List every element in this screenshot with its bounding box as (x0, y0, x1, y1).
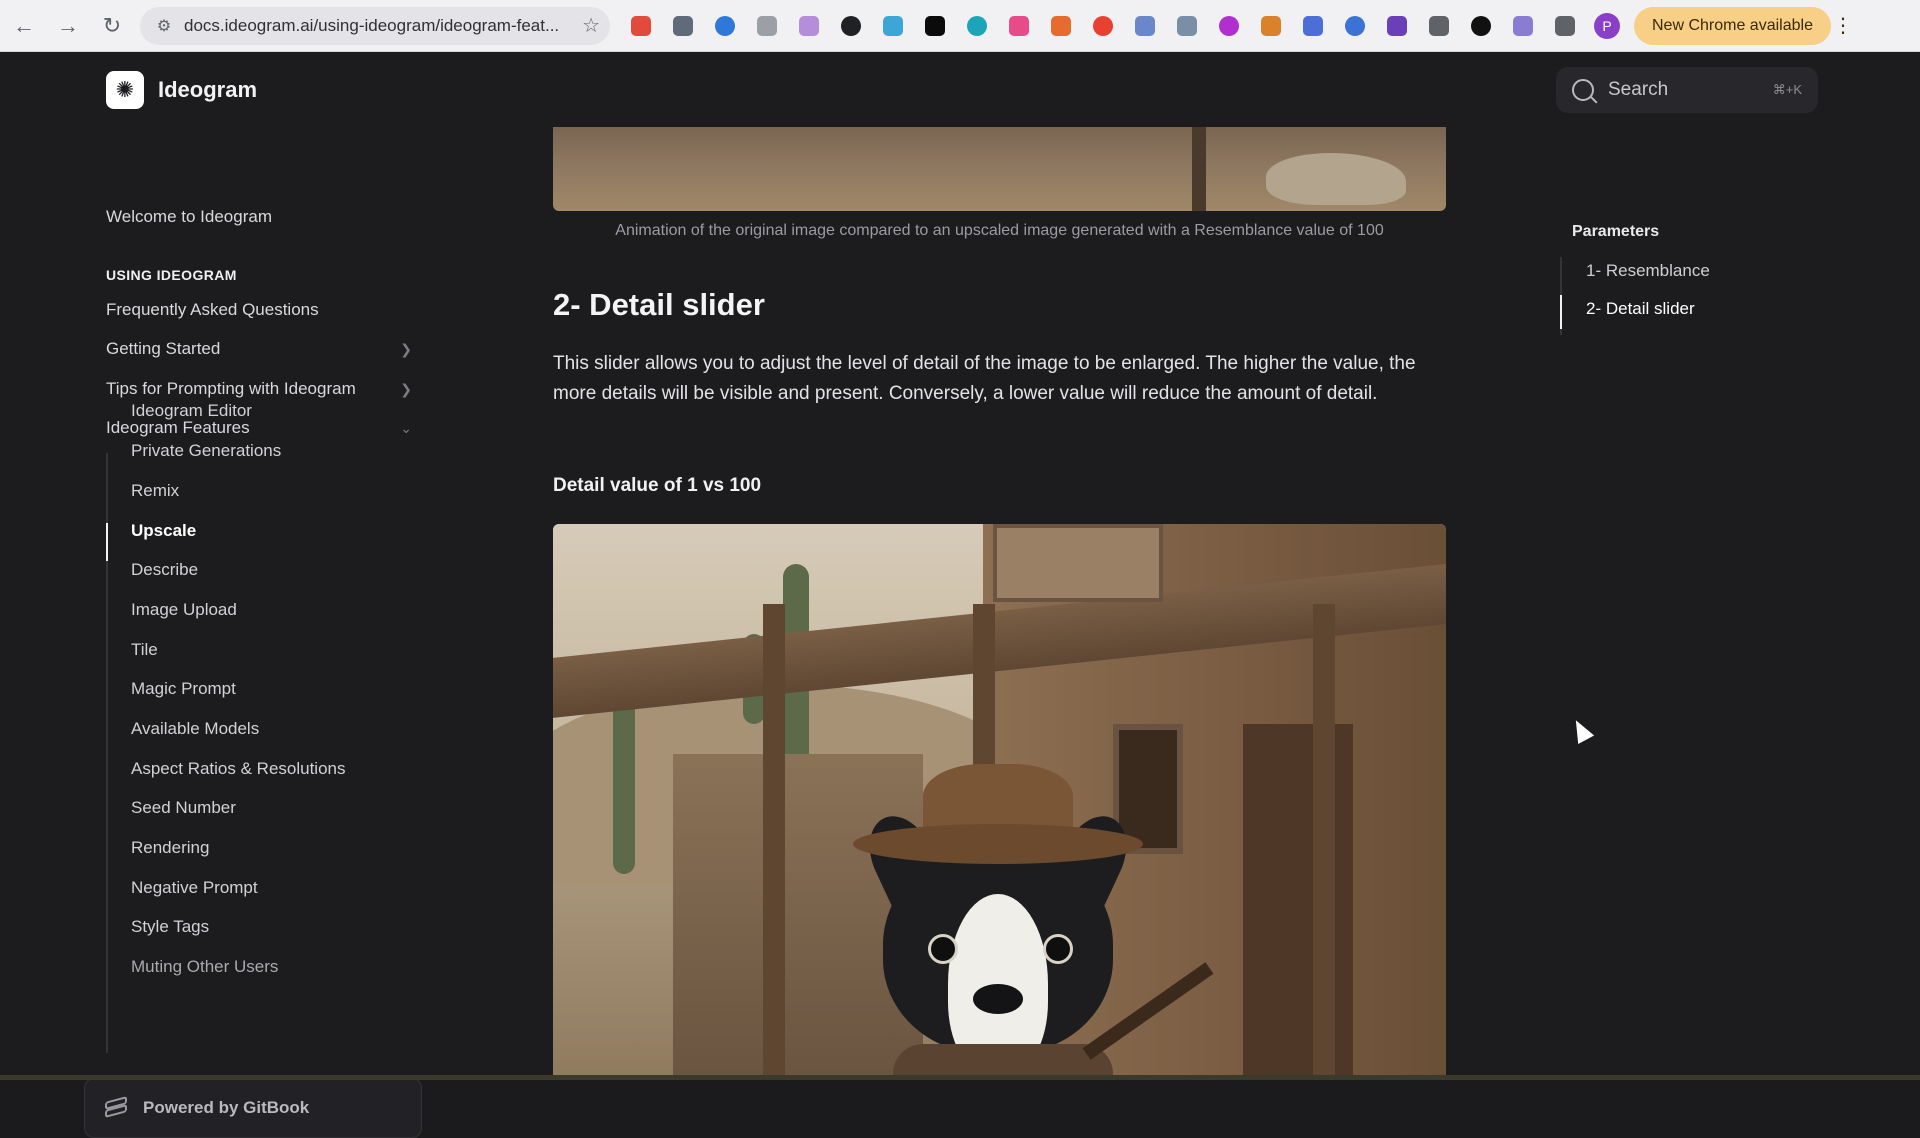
extension-18-icon[interactable] (1338, 9, 1372, 43)
chevron-right-icon[interactable]: ❯ (400, 381, 412, 398)
extension-9-icon[interactable] (960, 9, 994, 43)
extension-5-icon[interactable] (792, 9, 826, 43)
sidebar-section-title: USING IDEOGRAM (106, 267, 237, 283)
outline-item-detail-slider[interactable]: 2- Detail slider (1586, 299, 1695, 319)
search-shortcut: ⌘+K (1772, 82, 1802, 97)
extension-11-icon[interactable] (1044, 9, 1078, 43)
extension-12-icon[interactable] (1086, 9, 1120, 43)
address-bar[interactable]: ⚙ docs.ideogram.ai/using-ideogram/ideogr… (140, 6, 610, 45)
sidebar-item-label: Getting Started (106, 339, 221, 358)
gitbook-icon (105, 1096, 129, 1118)
site-brand[interactable]: Ideogram (158, 77, 257, 103)
image-caption: Animation of the original image compared… (615, 222, 1384, 239)
sidebar-item-negative-prompt[interactable]: Negative Prompt (131, 878, 258, 898)
sidebar-item-rendering[interactable]: Rendering (131, 838, 209, 858)
address-bar-url[interactable]: docs.ideogram.ai/using-ideogram/ideogram… (184, 16, 582, 36)
extension-2-icon[interactable] (666, 9, 700, 43)
section-heading: 2- Detail slider (553, 287, 765, 322)
outline-title: Parameters (1572, 223, 1660, 240)
extensions-row (624, 9, 1582, 43)
extension-7-icon[interactable] (876, 9, 910, 43)
outline-item-resemblance[interactable]: 1- Resemblance (1586, 261, 1710, 281)
search-icon (1572, 79, 1594, 101)
extension-1-icon[interactable] (624, 9, 658, 43)
back-icon[interactable]: ← (4, 6, 44, 46)
sidebar-item-getting-started[interactable]: Getting Started ❯ (106, 339, 412, 359)
extension-14-icon[interactable] (1170, 9, 1204, 43)
new-chrome-available-button[interactable]: New Chrome available (1634, 6, 1831, 45)
sidebar-item-label: Tips for Prompting with Ideogram (106, 379, 356, 398)
sidebar-item-faq[interactable]: Frequently Asked Questions (106, 300, 319, 320)
subheading: Detail value of 1 vs 100 (553, 475, 762, 496)
window-bottom-edge (0, 1075, 1920, 1080)
sidebar-item-welcome[interactable]: Welcome to Ideogram (106, 207, 272, 227)
extension-3-icon[interactable] (708, 9, 742, 43)
search-placeholder: Search (1608, 79, 1669, 100)
extension-17-icon[interactable] (1296, 9, 1330, 43)
more-icon[interactable]: ⋮ (1833, 13, 1853, 38)
sidebar-item-available-models[interactable]: Available Models (131, 719, 259, 739)
sidebar-item-remix[interactable]: Remix (131, 481, 179, 501)
ideogram-logo-icon[interactable]: ✺ (106, 71, 144, 109)
chevron-right-icon[interactable]: ❯ (400, 341, 412, 358)
outline-active-indicator (1560, 295, 1562, 329)
powered-by-label: Powered by GitBook (143, 1098, 310, 1117)
browser-toolbar: ← → ↻ ⚙ docs.ideogram.ai/using-ideogram/… (0, 0, 1920, 52)
sidebar: Welcome to Ideogram USING IDEOGRAM Frequ… (0, 127, 440, 1138)
sidebar-item-magic-prompt[interactable]: Magic Prompt (131, 679, 236, 699)
sidebar-item-muting-other-users[interactable]: Muting Other Users (131, 957, 278, 977)
sidebar-item-image-upload[interactable]: Image Upload (131, 600, 237, 620)
sidebar-item-upscale[interactable]: Upscale (131, 521, 196, 541)
extension-16-icon[interactable] (1254, 9, 1288, 43)
sidebar-item-private-generations[interactable]: Private Generations (131, 441, 281, 461)
powered-by-gitbook-link[interactable]: Powered by GitBook (84, 1078, 422, 1138)
bookmark-star-icon[interactable]: ☆ (582, 13, 600, 38)
reload-icon[interactable]: ↻ (92, 6, 132, 46)
sidebar-item-style-tags[interactable]: Style Tags (131, 917, 209, 937)
sidebar-item-features[interactable]: Ideogram Features ⌄ (106, 418, 412, 438)
extension-8-icon[interactable] (918, 9, 952, 43)
sidebar-item-describe[interactable]: Describe (131, 560, 198, 580)
sidebar-item-tips[interactable]: Tips for Prompting with Ideogram ❯ (106, 379, 412, 399)
sidebar-item-label: Ideogram Features (106, 418, 250, 437)
site-settings-icon[interactable]: ⚙ (150, 12, 178, 40)
animation-image (553, 127, 1446, 211)
extension-22-icon[interactable] (1506, 9, 1540, 43)
chevron-down-icon[interactable]: ⌄ (400, 420, 412, 437)
search-box[interactable]: Search ⌘+K (1556, 67, 1818, 113)
extension-4-icon[interactable] (750, 9, 784, 43)
extension-10-icon[interactable] (1002, 9, 1036, 43)
sidebar-item-tile[interactable]: Tile (131, 640, 158, 660)
extension-19-icon[interactable] (1380, 9, 1414, 43)
extension-6-icon[interactable] (834, 9, 868, 43)
sidebar-active-indicator (106, 523, 108, 561)
section-paragraph: This slider allows you to adjust the lev… (553, 353, 1416, 404)
extension-23-icon[interactable] (1548, 9, 1582, 43)
extension-20-icon[interactable] (1422, 9, 1456, 43)
detail-comparison-image (553, 524, 1446, 1080)
mouse-cursor (1567, 716, 1595, 744)
docs-page: ✺ Ideogram Search ⌘+K Welcome to Ideogra… (0, 53, 1920, 1138)
profile-avatar[interactable]: P (1594, 12, 1620, 39)
sidebar-item-seed-number[interactable]: Seed Number (131, 798, 236, 818)
update-label: New Chrome available (1652, 16, 1813, 34)
sidebar-item-aspect-ratios-resolutions[interactable]: Aspect Ratios & Resolutions (131, 759, 346, 779)
extension-15-icon[interactable] (1212, 9, 1246, 43)
extension-21-icon[interactable] (1464, 9, 1498, 43)
sidebar-item-ideogram-editor[interactable]: Ideogram Editor (131, 401, 252, 421)
site-header: ✺ Ideogram Search ⌘+K (0, 53, 1920, 127)
extension-13-icon[interactable] (1128, 9, 1162, 43)
forward-icon[interactable]: → (48, 6, 88, 46)
